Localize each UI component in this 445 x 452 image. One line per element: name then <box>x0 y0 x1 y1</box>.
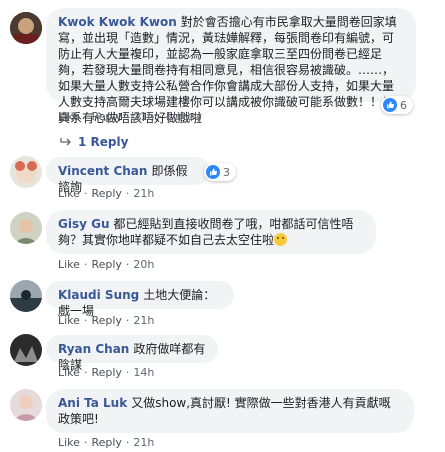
comment-bubble: Vincent Chan 即係假諮詢 <box>46 157 210 194</box>
timestamp[interactable]: 21h <box>133 187 154 200</box>
reply-link[interactable]: Reply <box>91 366 121 379</box>
comment-actions: Like · Reply · 21h <box>58 187 155 200</box>
replies-count: 1 Reply <box>78 135 129 149</box>
timestamp[interactable]: 21h <box>133 436 154 449</box>
comment-author[interactable]: Ryan Chan <box>58 342 129 356</box>
avatar[interactable] <box>10 389 42 421</box>
like-link[interactable]: Like <box>58 187 80 200</box>
reply-link[interactable]: Reply <box>91 187 121 200</box>
timestamp[interactable]: 21h <box>133 110 154 123</box>
reply-link[interactable]: Reply <box>91 436 121 449</box>
like-link[interactable]: Like <box>58 366 80 379</box>
reply-link[interactable]: Reply <box>91 110 121 123</box>
comment-actions: Like · Reply · 14h <box>58 366 155 379</box>
comment-bubble: Kwok Kwok Kwon 對於會否擔心有市民拿取大量問卷回家填寫，並出現「造數… <box>46 8 416 125</box>
comment-author[interactable]: Ani Ta Luk <box>58 396 127 410</box>
comment-actions: Like · Reply · 20h <box>58 258 155 271</box>
timestamp[interactable]: 21h <box>133 314 154 327</box>
like-link[interactable]: Like <box>58 314 80 327</box>
comment-text: 對於會否擔心有市民拿取大量問卷回家填寫，並出現「造數」情況，黃琺嬅解釋，每張問卷… <box>58 15 397 125</box>
avatar[interactable] <box>10 12 42 44</box>
like-link[interactable]: Like <box>58 436 80 449</box>
comment-author[interactable]: Klaudi Sung <box>58 288 139 302</box>
avatar[interactable] <box>10 334 42 366</box>
comment-bubble: Klaudi Sung 土地大便論：戲一場 <box>46 281 234 318</box>
timestamp[interactable]: 14h <box>133 366 154 379</box>
avatar[interactable] <box>10 280 42 312</box>
avatar[interactable] <box>10 156 42 188</box>
reply-arrow-icon <box>60 138 71 146</box>
timestamp[interactable]: 20h <box>133 258 154 271</box>
view-replies-link[interactable]: 1 Reply <box>60 135 128 149</box>
like-reaction-icon <box>383 98 397 112</box>
comment-author[interactable]: Vincent Chan <box>58 164 147 178</box>
comment-bubble: Ani Ta Luk 又做show,真討厭! 實際做一些對香港人有貢獻嘅政策吧! <box>46 389 414 433</box>
like-reaction-icon <box>206 165 220 179</box>
comment-author[interactable]: Gisy Gu <box>58 217 110 231</box>
like-link[interactable]: Like <box>58 258 80 271</box>
like-link[interactable]: Like <box>58 110 80 123</box>
grin-emoji-icon <box>274 233 288 246</box>
comment-author[interactable]: Kwok Kwok Kwon <box>58 15 177 29</box>
reply-link[interactable]: Reply <box>91 258 121 271</box>
comment-actions: Like · Reply · 21h <box>58 436 155 449</box>
comment-bubble: Ryan Chan 政府做咩都有陰謀 <box>46 335 218 372</box>
comment-actions: Like · Reply · 21h <box>58 314 155 327</box>
comment-actions: Like · Reply · 21h · Edited <box>58 110 201 123</box>
reaction-count[interactable]: 6 <box>381 96 413 114</box>
reply-link[interactable]: Reply <box>91 314 121 327</box>
avatar[interactable] <box>10 212 42 244</box>
reaction-count[interactable]: 3 <box>204 163 236 181</box>
edited-label[interactable]: Edited <box>166 110 201 123</box>
comment-bubble: Gisy Gu 都已經貼到直接收問卷了哦，咁都話可信性唔夠？其實你地咩都疑不如自己… <box>46 210 376 254</box>
reaction-number: 6 <box>400 98 407 112</box>
reaction-number: 3 <box>223 165 230 179</box>
